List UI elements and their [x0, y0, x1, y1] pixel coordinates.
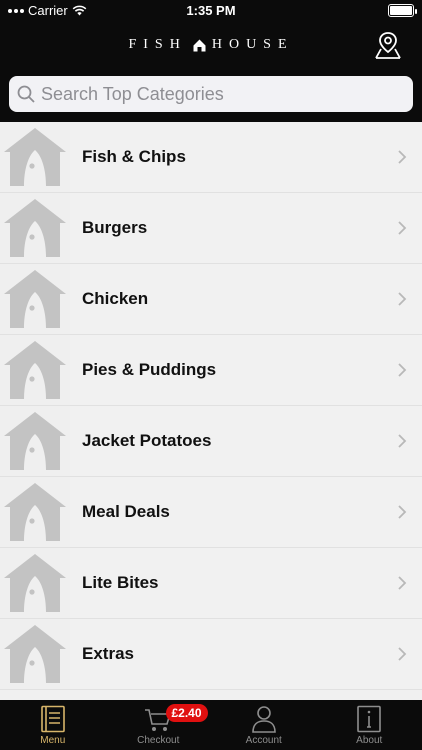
chevron-right-icon — [398, 150, 407, 164]
chevron-right-icon — [398, 292, 407, 306]
category-thumbnail — [0, 122, 70, 192]
clock: 1:35 PM — [186, 3, 236, 18]
category-list: Fish & Chips Burgers Chicken Pies & Pudd… — [0, 122, 422, 700]
menu-book-icon — [40, 705, 65, 733]
house-placeholder-icon — [4, 341, 66, 399]
category-label: Meal Deals — [82, 502, 170, 521]
house-logo-icon — [193, 39, 206, 51]
category-row-jacket-potatoes[interactable]: Jacket Potatoes — [0, 406, 422, 477]
category-row-meal-deals[interactable]: Meal Deals — [0, 477, 422, 548]
chevron-right-icon — [398, 576, 407, 590]
info-icon — [357, 705, 382, 733]
tab-bar: Menu £2.40 Checkout Account About — [0, 700, 422, 750]
logo-text-right: HOUSE — [211, 37, 294, 52]
tab-menu[interactable]: Menu — [0, 700, 106, 750]
category-label: Jacket Potatoes — [82, 431, 212, 450]
cart-total-badge: £2.40 — [165, 704, 208, 722]
category-row-pies-puddings[interactable]: Pies & Puddings — [0, 335, 422, 406]
logo-text-left: FISH — [128, 37, 187, 52]
category-label: Burgers — [82, 218, 148, 237]
chevron-right-icon — [398, 434, 407, 448]
category-row-lite-bites[interactable]: Lite Bites — [0, 548, 422, 619]
house-placeholder-icon — [4, 412, 66, 470]
store-locator-icon[interactable] — [374, 30, 402, 60]
tab-menu-label: Menu — [40, 735, 66, 746]
category-thumbnail — [0, 619, 70, 689]
brand-logo: FISH HOUSE — [0, 37, 422, 53]
search-input[interactable] — [41, 83, 401, 105]
tab-account[interactable]: Account — [211, 700, 317, 750]
house-placeholder-icon — [4, 270, 66, 328]
category-row-fish-chips[interactable]: Fish & Chips — [0, 122, 422, 193]
house-placeholder-icon — [4, 128, 66, 186]
search-bar[interactable] — [9, 76, 413, 112]
category-thumbnail — [0, 477, 70, 547]
chevron-right-icon — [398, 647, 407, 661]
category-label: Chicken — [82, 289, 149, 308]
category-row-burgers[interactable]: Burgers — [0, 193, 422, 264]
tab-about[interactable]: About — [317, 700, 422, 750]
chevron-right-icon — [398, 363, 407, 377]
category-thumbnail — [0, 335, 70, 405]
category-label: Extras — [82, 644, 134, 663]
nav-bar: FISH HOUSE — [0, 22, 422, 72]
user-icon — [251, 706, 276, 733]
chevron-right-icon — [398, 505, 407, 519]
tab-account-label: Account — [245, 735, 282, 746]
category-row-chicken[interactable]: Chicken — [0, 264, 422, 335]
status-bar: Carrier 1:35 PM — [0, 0, 422, 22]
category-thumbnail — [0, 406, 70, 476]
category-thumbnail — [0, 548, 70, 618]
category-thumbnail — [0, 264, 70, 334]
house-placeholder-icon — [4, 554, 66, 612]
category-label: Fish & Chips — [82, 147, 186, 166]
tab-about-label: About — [356, 735, 383, 746]
house-placeholder-icon — [4, 483, 66, 541]
category-label: Pies & Puddings — [82, 360, 217, 379]
category-row-extras[interactable]: Extras — [0, 619, 422, 690]
category-thumbnail — [0, 193, 70, 263]
tab-checkout-label: Checkout — [137, 735, 180, 746]
category-label: Lite Bites — [82, 573, 159, 592]
search-container — [0, 72, 422, 122]
search-icon — [17, 85, 35, 103]
battery-icon — [388, 4, 417, 17]
tab-checkout[interactable]: £2.40 Checkout — [106, 700, 212, 750]
house-placeholder-icon — [4, 199, 66, 257]
house-placeholder-icon — [4, 625, 66, 683]
chevron-right-icon — [398, 221, 407, 235]
